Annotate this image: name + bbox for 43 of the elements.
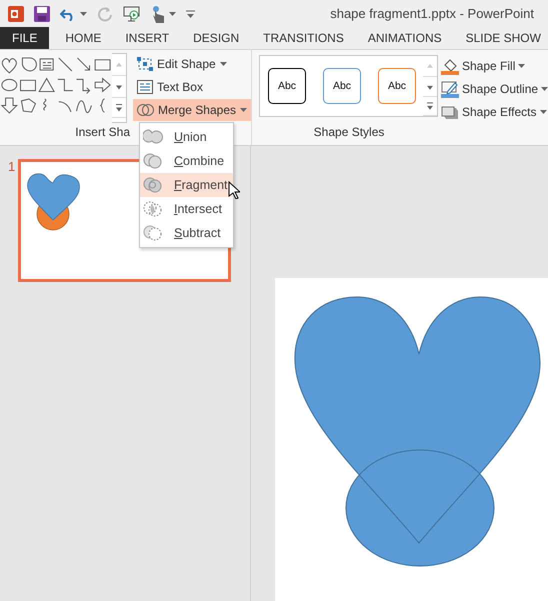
intersect-icon [143,200,163,218]
text-box-icon [136,80,153,94]
menu-item[interactable]: Combine [140,149,233,173]
ribbon-tab[interactable]: INSERT [113,27,182,49]
union-icon [143,128,163,146]
ribbon-tab[interactable]: DESIGN [181,27,252,49]
command-button[interactable]: Edit Shape [132,53,251,75]
customize-toolbar-icon[interactable] [186,10,195,18]
touch-icon[interactable] [151,4,165,22]
caret-icon [80,12,87,16]
pencil-icon [441,80,459,98]
merge-shapes-icon [136,102,154,118]
command-button[interactable]: Text Box [132,76,251,98]
presenter-icon[interactable] [123,6,141,22]
combine-icon [143,152,163,170]
menu-item[interactable]: Fragment [140,173,233,197]
ribbon-tab[interactable]: TRANSITIONS [251,27,356,49]
style-preset[interactable]: Abc [268,68,306,104]
menu-item[interactable]: Intersect [140,197,233,221]
file-tab[interactable]: FILE [0,27,50,49]
shape-effects-icon [441,104,459,120]
save-icon[interactable] [34,6,50,22]
menu-item[interactable]: Subtract [140,221,233,245]
command-button[interactable]: Merge Shapes [132,99,251,121]
fragment-icon [143,176,163,194]
ribbon-tab[interactable]: SLIDE SHOW [454,27,548,49]
subtract-icon [143,224,163,242]
window-title: shape fragment1.pptx - PowerPoint [330,6,534,21]
command-button[interactable]: Shape Effects [440,101,548,123]
style-preset[interactable]: Abc [323,68,361,104]
group-label: Shape Styles [312,124,386,141]
edit-shape-icon [136,57,153,71]
group-label: Insert Sha [75,124,130,141]
menu-item[interactable]: Union [140,125,233,149]
ribbon-tab[interactable]: ANIMATIONS [356,27,454,49]
paint-bucket-icon [441,58,459,74]
caret-icon [169,12,176,16]
ribbon-tab[interactable]: HOME [49,27,114,49]
slide-number: 1 [8,159,16,176]
command-button[interactable]: Shape Fill [440,55,548,77]
powerpoint-logo-icon[interactable] [8,6,24,22]
command-button[interactable]: Shape Outline [440,78,548,100]
style-preset[interactable]: Abc [378,68,416,104]
